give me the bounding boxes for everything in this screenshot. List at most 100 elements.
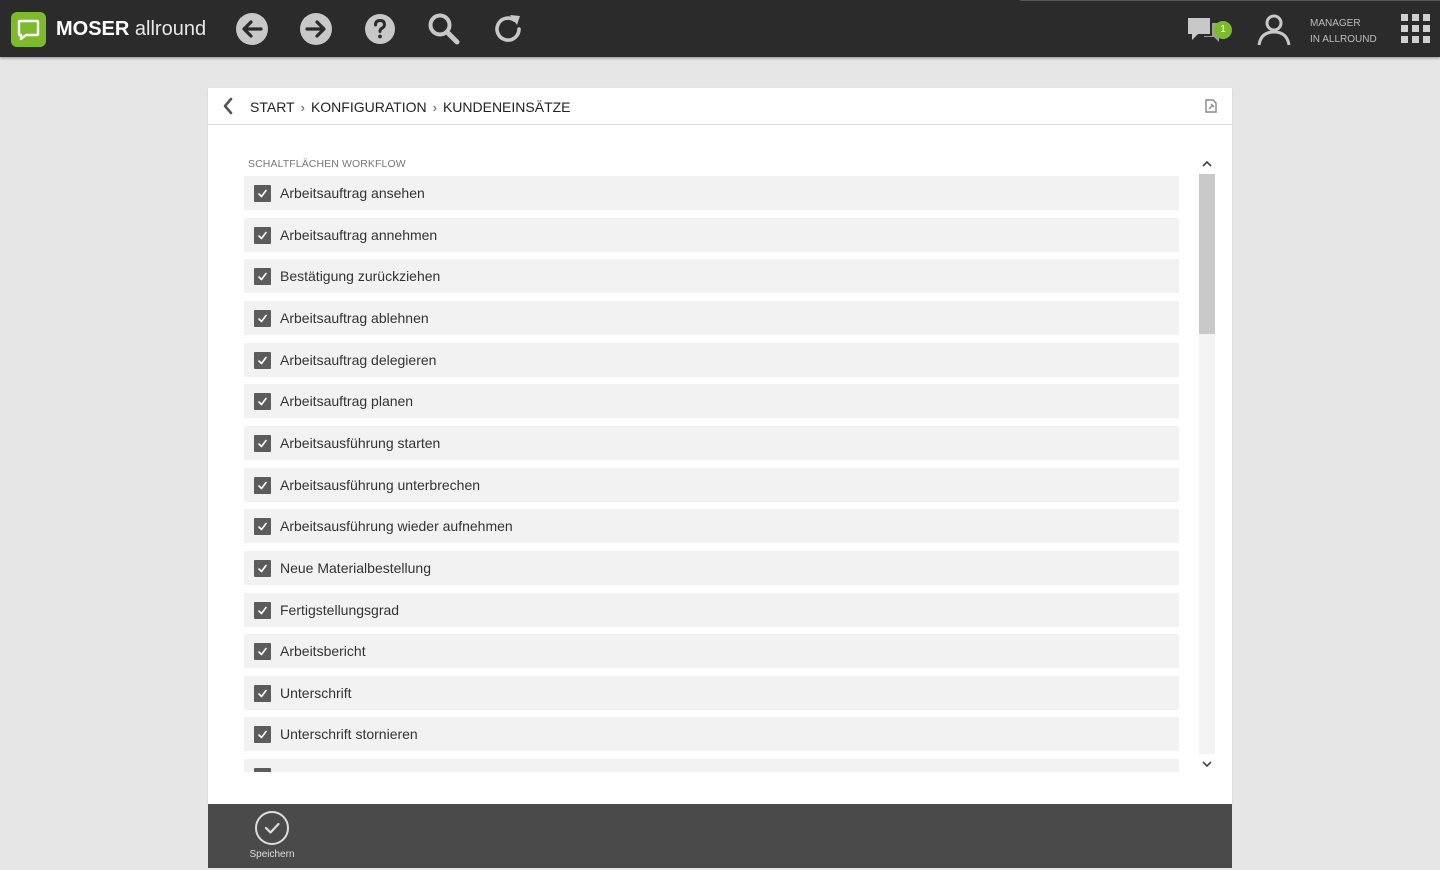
scroll-down-button[interactable] [1199,756,1215,772]
list-item-label: Bestätigung zurückziehen [280,268,441,284]
checkbox[interactable] [254,726,271,743]
apps-grid-button[interactable] [1401,14,1431,44]
chevron-left-icon [223,97,233,115]
search-icon [428,13,460,45]
arrow-left-icon [236,13,268,45]
config-card: START › KONFIGURATION › KUNDENEINSÄTZE SCHAL… [208,88,1232,804]
search-button[interactable] [426,11,462,47]
top-bar: MOSER allround 1 MANAGER IN ALLROUND [0,0,1440,57]
pin-button[interactable] [1202,97,1220,115]
user-line1: MANAGER [1310,18,1361,29]
breadcrumb-separator: › [300,100,305,115]
forward-button[interactable] [298,11,334,47]
check-icon [258,730,267,739]
list-item-label: Arbeitsauftrag ablehnen [280,310,429,326]
checkbox[interactable] [254,268,271,285]
top-bar-edge [1020,0,1440,1]
breadcrumb: START › KONFIGURATION › KUNDENEINSÄTZE [250,99,571,116]
list-item[interactable]: Fertigstellungsgrad [244,593,1179,627]
breadcrumb-back-button[interactable] [222,97,234,115]
check-icon [258,356,267,365]
scroll-up-button[interactable] [1199,156,1215,172]
checkbox[interactable] [254,310,271,327]
checkbox[interactable] [254,227,271,244]
list-item-label: Arbeitsausführung wieder aufnehmen [280,518,513,534]
check-icon [256,770,269,772]
checkbox[interactable] [254,768,271,772]
list-item[interactable]: Arbeitsauftrag planen [244,384,1179,418]
list-item[interactable]: Bestätigung zurückziehen [244,259,1179,293]
check-icon [258,397,267,406]
checkbox[interactable] [254,518,271,535]
section-label: SCHALTFLÄCHEN WORKFLOW [248,158,406,170]
list-item[interactable] [244,759,1179,772]
list-item-label: Neue Materialbestellung [280,560,431,576]
checkbox[interactable] [254,602,271,619]
chat-bubble-logo-icon [17,19,40,41]
list-item[interactable]: Unterschrift [244,676,1179,710]
list-item-label: Arbeitsauftrag ansehen [280,185,425,201]
user-button[interactable] [1256,11,1292,47]
list-item[interactable]: Unterschrift stornieren [244,717,1179,751]
checkbox[interactable] [254,685,271,702]
list-item[interactable]: Arbeitsauftrag delegieren [244,343,1179,377]
chevron-down-icon [1202,761,1212,768]
chevron-up-icon [1202,160,1212,167]
list-item-label: Fertigstellungsgrad [280,602,400,618]
breadcrumb-separator: › [432,100,437,115]
brand-bold: MOSER [56,18,130,40]
check-icon [258,689,267,698]
list-item[interactable]: Neue Materialbestellung [244,551,1179,585]
list-item-label: Arbeitsauftrag annehmen [280,227,438,243]
list-item[interactable]: Arbeitsauftrag ablehnen [244,301,1179,335]
brand-light: allround [134,18,207,40]
app-logo[interactable] [11,12,46,47]
check-icon [258,314,267,323]
breadcrumb-kundeneinsaetze: KUNDENEINSÄTZE [442,99,571,115]
workflow-button-list: Arbeitsauftrag ansehen Arbeitsauftrag ann… [244,176,1180,772]
breadcrumb-konfiguration[interactable]: KONFIGURATION [311,99,427,115]
checkbox[interactable] [254,560,271,577]
checkbox[interactable] [254,477,271,494]
help-button[interactable] [362,11,398,47]
list-item[interactable]: Arbeitsausführung starten [244,426,1179,460]
save-button[interactable]: Speichern [244,810,300,866]
scrollbar-thumb[interactable] [1199,174,1215,334]
list-item-label: Arbeitsauftrag planen [280,393,414,409]
arrow-right-icon [300,13,332,45]
list-item-label: Unterschrift stornieren [280,726,418,742]
refresh-icon [495,15,521,42]
check-icon [258,647,267,656]
list-item[interactable]: Arbeitsauftrag ansehen [244,176,1179,210]
list-item[interactable]: Arbeitsauftrag annehmen [244,218,1179,252]
user-icon [1257,14,1291,46]
check-icon [258,231,267,240]
check-icon [258,606,267,615]
back-button[interactable] [234,11,270,47]
save-label: Speichern [249,849,295,860]
list-item[interactable]: Arbeitsbericht [244,634,1179,668]
check-icon [258,189,267,198]
checkbox[interactable] [254,352,271,369]
breadcrumb-start[interactable]: START [250,99,295,115]
chat-count-badge: 1 [1214,21,1232,39]
checkbox[interactable] [254,643,271,660]
checkbox[interactable] [254,393,271,410]
action-bar: Speichern [208,804,1232,868]
user-role[interactable]: MANAGER IN ALLROUND [1310,16,1377,48]
list-item-label: Arbeitsauftrag delegieren [280,352,437,368]
check-icon [258,481,267,490]
checkbox[interactable] [254,435,271,452]
list-item[interactable]: Arbeitsausführung wieder aufnehmen [244,509,1179,543]
checkbox[interactable] [254,185,271,202]
list-item[interactable]: Arbeitsausführung unterbrechen [244,468,1179,502]
list-item-label: Arbeitsbericht [280,643,366,659]
list-item-label: Unterschrift [280,685,352,701]
check-icon [258,272,267,281]
check-icon [258,522,267,531]
question-icon [365,14,395,44]
refresh-button[interactable] [490,11,526,47]
pin-icon [1205,99,1217,113]
check-icon [258,439,267,448]
check-circle-icon [255,811,289,845]
